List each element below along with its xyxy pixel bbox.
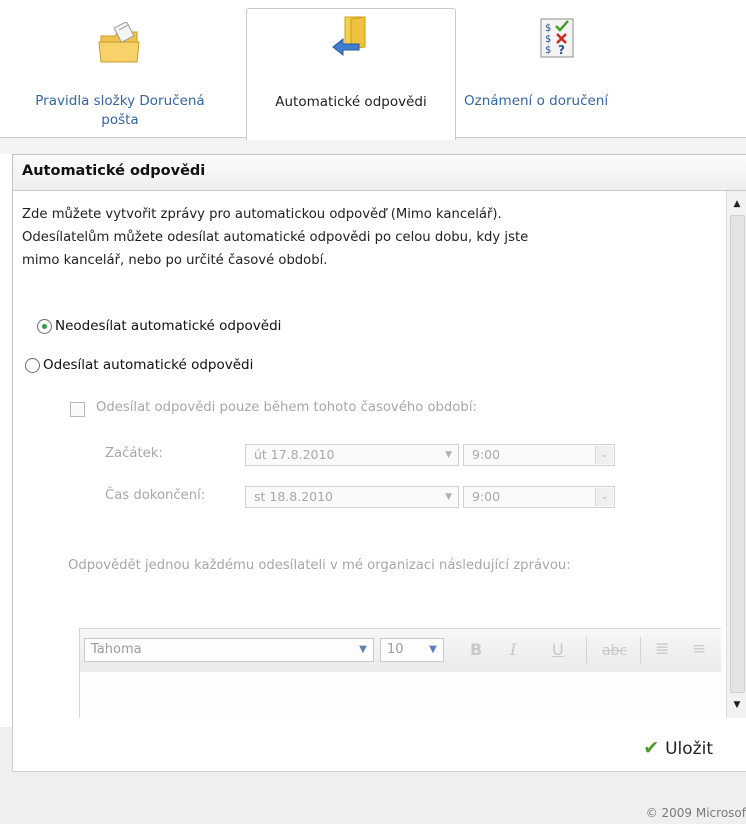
formatting-toolbar: Tahoma ▼ 10 ▼ B I U abc ≣ ≡ — [79, 628, 721, 674]
end-date-value: st 18.8.2010 — [254, 489, 334, 504]
intro-text: Zde můžete vytvořit zprávy pro automatic… — [22, 203, 682, 272]
tab-automatic-replies[interactable]: Automatické odpovědi — [246, 8, 456, 140]
toolbar-divider — [640, 637, 641, 664]
separator-band — [0, 138, 746, 154]
tab-inbox-rules[interactable]: Pravidla složky Doručená pošta — [0, 8, 240, 138]
tab-inbox-rules-label-2: pošta — [101, 112, 139, 128]
chevron-down-icon[interactable]: ▼ — [425, 641, 441, 659]
save-button[interactable]: ✔ Uložit — [643, 737, 713, 759]
chevron-down-icon[interactable]: ▼ — [355, 641, 371, 659]
save-label: Uložit — [665, 739, 713, 759]
font-name-value: Tahoma — [91, 642, 142, 657]
tab-delivery-reports-label: Oznámení o doručení — [464, 93, 609, 109]
time-period-label: Odesílat odpovědi pouze během tohoto čas… — [96, 400, 477, 415]
scroll-up-arrow-icon[interactable]: ▲ — [729, 195, 745, 213]
copyright-text: © 2009 Microsof — [645, 806, 746, 820]
svg-text:$: $ — [545, 34, 551, 45]
radio-dont-send-label: Neodesílat automatické odpovědi — [55, 318, 282, 334]
font-name-select[interactable]: Tahoma ▼ — [84, 638, 374, 662]
delivery-report-icon: $ $ $ ? — [540, 18, 574, 58]
underline-button[interactable]: U — [552, 640, 564, 659]
intro-line-1: Zde můžete vytvořit zprávy pro automatic… — [22, 207, 502, 222]
start-date-field[interactable]: út 17.8.2010 ▼ — [245, 444, 459, 466]
radio-send[interactable] — [25, 358, 40, 373]
end-date-field[interactable]: st 18.8.2010 ▼ — [245, 486, 459, 508]
end-time-value: 9:00 — [472, 489, 501, 504]
toolbar-divider — [586, 637, 587, 664]
tab-delivery-reports[interactable]: $ $ $ ? Oznámení o doručení — [462, 8, 652, 138]
font-size-select[interactable]: 10 ▼ — [380, 638, 444, 662]
calendar-dropdown-icon[interactable]: ▼ — [445, 487, 452, 507]
start-time-field[interactable]: 9:00 ⌄ — [463, 444, 615, 466]
tab-automatic-replies-label: Automatické odpovědi — [275, 94, 427, 110]
radio-selected-dot — [42, 324, 47, 329]
align-left-icon[interactable]: ≣ — [655, 639, 669, 659]
strikethrough-icon[interactable]: abc — [602, 643, 627, 659]
chevron-down-icon[interactable]: ⌄ — [595, 446, 613, 464]
radio-send-label: Odesílat automatické odpovědi — [43, 357, 254, 373]
vertical-scrollbar[interactable]: ▲ ▼ — [726, 191, 746, 718]
panel-header: Automatické odpovědi — [13, 155, 746, 191]
svg-text:?: ? — [558, 43, 565, 57]
tab-bar: Pravidla složky Doručená pošta Automatic… — [0, 0, 746, 140]
bold-button[interactable]: B — [470, 640, 482, 659]
end-label: Čas dokončení: — [105, 488, 206, 503]
panel-title: Automatické odpovědi — [22, 163, 206, 179]
align-center-icon[interactable]: ≡ — [692, 639, 706, 659]
scroll-thumb[interactable] — [730, 215, 745, 693]
reply-message-label: Odpovědět jednou každému odesílateli v m… — [68, 558, 571, 573]
folder-rules-icon — [97, 20, 143, 66]
start-date-value: út 17.8.2010 — [254, 447, 335, 462]
auto-replies-panel: Automatické odpovědi Zde můžete vytvořit… — [12, 154, 746, 728]
message-editor[interactable] — [79, 672, 721, 718]
checkmark-icon: ✔ — [643, 737, 660, 759]
start-label: Začátek: — [105, 446, 163, 461]
auto-reply-icon — [329, 15, 373, 61]
end-time-field[interactable]: 9:00 ⌄ — [463, 486, 615, 508]
start-time-value: 9:00 — [472, 447, 501, 462]
save-bar: ✔ Uložit — [12, 727, 746, 772]
svg-text:$: $ — [545, 23, 551, 34]
intro-line-3: mimo kancelář, nebo po určité časové obd… — [22, 253, 328, 268]
time-period-checkbox[interactable] — [70, 402, 85, 417]
italic-button[interactable]: I — [510, 640, 516, 659]
tab-inbox-rules-label-1: Pravidla složky Doručená — [35, 93, 205, 109]
panel-content: Zde můžete vytvořit zprávy pro automatic… — [13, 191, 721, 718]
font-size-value: 10 — [387, 642, 404, 657]
calendar-dropdown-icon[interactable]: ▼ — [445, 445, 452, 465]
intro-line-2: Odesílatelům můžete odesílat automatické… — [22, 230, 529, 245]
scroll-down-arrow-icon[interactable]: ▼ — [729, 696, 745, 714]
svg-text:$: $ — [545, 45, 551, 56]
chevron-down-icon[interactable]: ⌄ — [595, 488, 613, 506]
footer: ✔ Uložit © 2009 Microsof — [0, 727, 746, 824]
radio-dont-send[interactable] — [37, 319, 52, 334]
